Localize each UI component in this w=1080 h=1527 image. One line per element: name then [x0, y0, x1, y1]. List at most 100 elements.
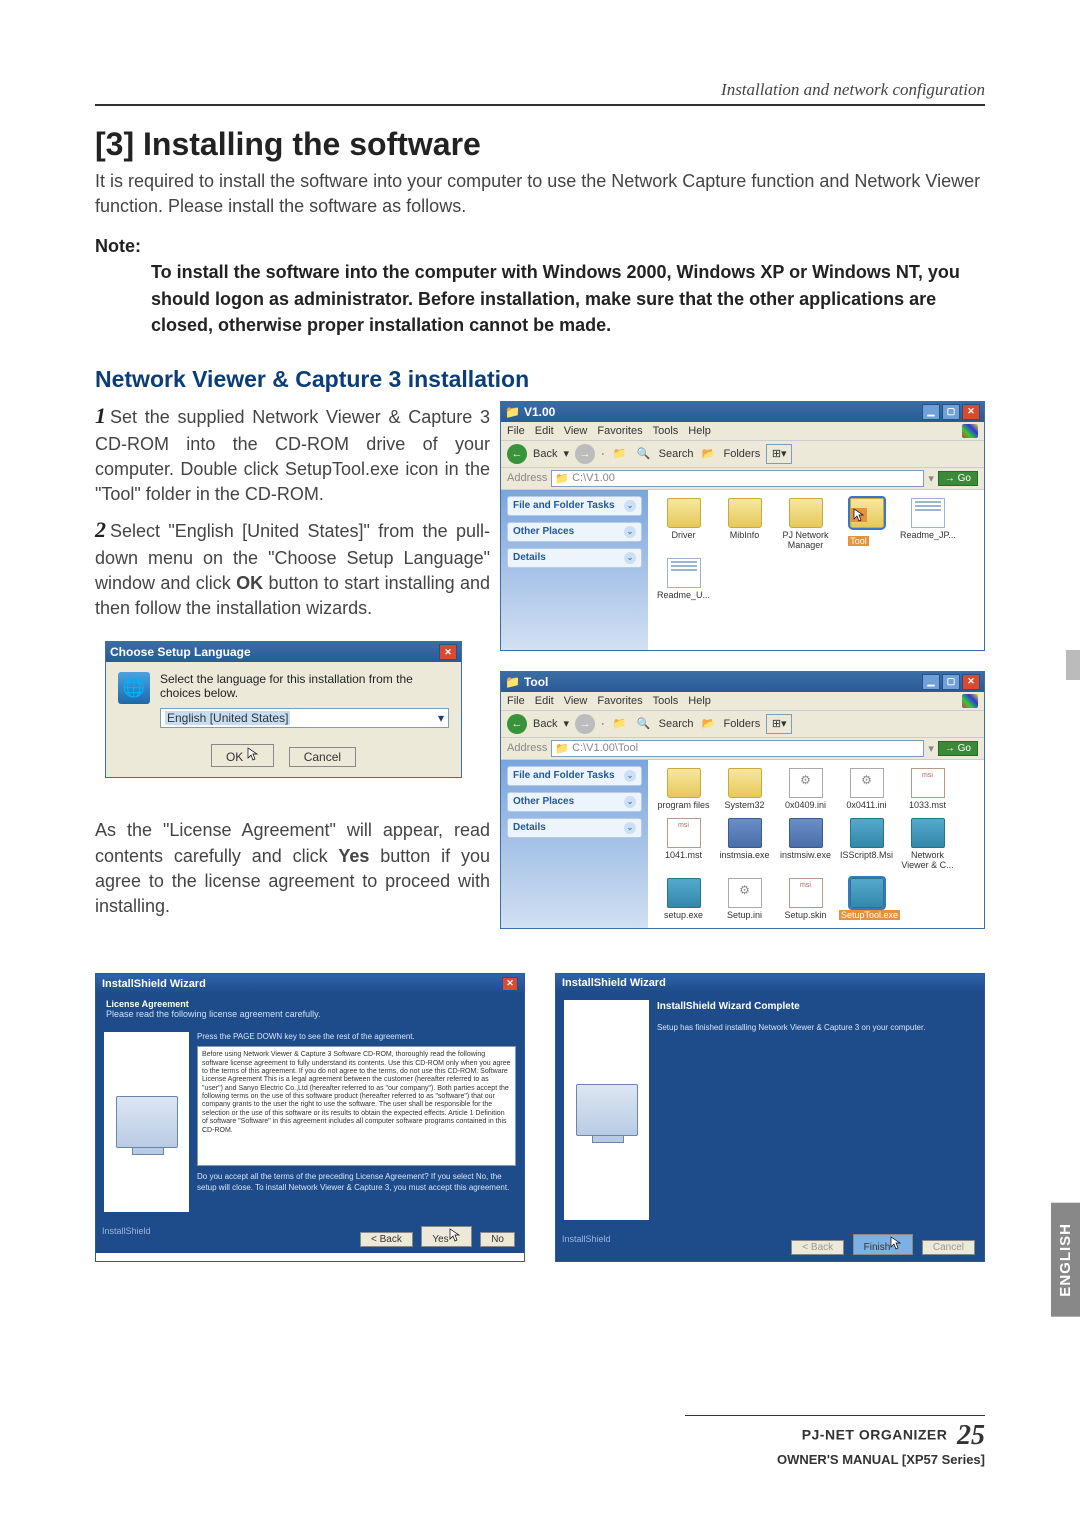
menu-edit[interactable]: Edit	[535, 425, 554, 437]
folder-icon: 📁	[505, 675, 520, 689]
chevron-icon: ⌄	[624, 822, 636, 834]
file-item[interactable]: instmsiw.exe	[778, 818, 833, 870]
file-label: Tool	[848, 536, 869, 546]
menu-view[interactable]: View	[564, 695, 588, 707]
back-button[interactable]: ←	[507, 444, 527, 464]
menu-tools[interactable]: Tools	[653, 425, 679, 437]
menu-favorites[interactable]: Favorites	[597, 425, 642, 437]
footer-line1: PJ-NET ORGANIZER	[802, 1426, 948, 1442]
menu-view[interactable]: View	[564, 425, 588, 437]
license-text-box[interactable]: Before using Network Viewer & Capture 3 …	[197, 1046, 516, 1166]
address-label: Address	[507, 472, 547, 484]
explorer1-menubar: File Edit View Favorites Tools Help	[501, 422, 984, 441]
go-button[interactable]: → Go	[938, 471, 978, 486]
maximize-icon[interactable]: ▢	[942, 674, 960, 690]
file-label: Network Viewer & C...	[901, 850, 953, 870]
menu-tools[interactable]: Tools	[653, 695, 679, 707]
search-icon[interactable]: 🔍	[635, 715, 653, 733]
file-item[interactable]: MibInfo	[717, 498, 772, 550]
folder-icon	[728, 498, 762, 528]
forward-button[interactable]: →	[575, 444, 595, 464]
side-details[interactable]: Details⌄	[507, 818, 642, 838]
file-item[interactable]: 1033.mst	[900, 768, 955, 810]
wizard-side-graphic	[104, 1032, 189, 1212]
close-icon[interactable]: ✕	[439, 644, 457, 660]
note-label: Note:	[95, 236, 141, 256]
back-button[interactable]: ←	[507, 714, 527, 734]
explorer1-addressbar: Address 📁 C:\V1.00 ▾ → Go	[501, 468, 984, 490]
file-item[interactable]: ISScript8.Msi	[839, 818, 894, 870]
folders-icon[interactable]: 📂	[700, 445, 718, 463]
wizard1-titlebar: InstallShield Wizard ✕	[96, 974, 524, 994]
folders-icon[interactable]: 📂	[700, 715, 718, 733]
back-button[interactable]: < Back	[360, 1232, 413, 1247]
back-label: Back	[533, 718, 557, 730]
up-folder-icon[interactable]: 📁	[611, 445, 629, 463]
menu-edit[interactable]: Edit	[535, 695, 554, 707]
views-icon[interactable]: ⊞▾	[766, 714, 792, 734]
file-item[interactable]: Driver	[656, 498, 711, 550]
side-details[interactable]: Details⌄	[507, 548, 642, 568]
wizard-complete: InstallShield Wizard InstallShield Wizar…	[555, 973, 985, 1262]
file-item[interactable]: 0x0409.ini	[778, 768, 833, 810]
ini-icon	[789, 768, 823, 798]
menu-help[interactable]: Help	[688, 425, 711, 437]
installshield-brand: InstallShield	[562, 1234, 611, 1244]
yes-button[interactable]: Yes	[421, 1226, 471, 1247]
language-select[interactable]: English [United States] ▾	[160, 708, 449, 728]
side-other-places[interactable]: Other Places⌄	[507, 522, 642, 542]
explorer2-side-panel: File and Folder Tasks⌄ Other Places⌄ Det…	[501, 760, 648, 928]
chevron-down-icon: ▾	[438, 711, 444, 725]
language-select-value: English [United States]	[165, 711, 290, 725]
wizard2-message: Setup has finished installing Network Vi…	[657, 1023, 976, 1033]
doc-icon	[667, 558, 701, 588]
file-item[interactable]: Readme_JP...	[900, 498, 955, 550]
maximize-icon[interactable]: ▢	[942, 404, 960, 420]
side-file-folder-tasks[interactable]: File and Folder Tasks⌄	[507, 766, 642, 786]
file-item[interactable]: 0x0411.ini	[839, 768, 894, 810]
forward-button[interactable]: →	[575, 714, 595, 734]
file-item[interactable]: 1041.mst	[656, 818, 711, 870]
menu-favorites[interactable]: Favorites	[597, 695, 642, 707]
views-icon[interactable]: ⊞▾	[766, 444, 792, 464]
file-item[interactable]: SetupTool.exe	[839, 878, 894, 920]
file-label: setup.exe	[664, 910, 703, 920]
ok-button[interactable]: OK	[211, 744, 274, 767]
page-number: 25	[957, 1420, 985, 1451]
finish-button[interactable]: Finish	[853, 1234, 914, 1255]
menu-help[interactable]: Help	[688, 695, 711, 707]
file-item[interactable]: PJ Network Manager	[778, 498, 833, 550]
search-icon[interactable]: 🔍	[635, 445, 653, 463]
file-item[interactable]: Tool	[839, 498, 894, 550]
file-item[interactable]: program files	[656, 768, 711, 810]
menu-file[interactable]: File	[507, 425, 525, 437]
file-item[interactable]: Readme_U...	[656, 558, 711, 600]
up-folder-icon[interactable]: 📁	[611, 715, 629, 733]
chevron-icon: ⌄	[624, 526, 636, 538]
close-icon[interactable]: ✕	[962, 674, 980, 690]
minimize-icon[interactable]: ▁	[922, 674, 940, 690]
file-item[interactable]: Setup.ini	[717, 878, 772, 920]
minimize-icon[interactable]: ▁	[922, 404, 940, 420]
menu-file[interactable]: File	[507, 695, 525, 707]
file-item[interactable]: Network Viewer & C...	[900, 818, 955, 870]
address-field[interactable]: 📁 C:\V1.00	[551, 470, 924, 487]
address-field[interactable]: 📁 C:\V1.00\Tool	[551, 740, 924, 757]
file-item[interactable]: Setup.skin	[778, 878, 833, 920]
side-file-folder-tasks[interactable]: File and Folder Tasks⌄	[507, 496, 642, 516]
setup-icon	[850, 878, 884, 908]
cancel-button[interactable]: Cancel	[289, 747, 356, 767]
wizard2-footer: InstallShield < Back Finish Cancel	[556, 1228, 984, 1261]
go-button[interactable]: → Go	[938, 741, 978, 756]
file-item[interactable]: setup.exe	[656, 878, 711, 920]
close-icon[interactable]: ✕	[502, 977, 518, 991]
close-icon[interactable]: ✕	[962, 404, 980, 420]
intro-paragraph: It is required to install the software i…	[95, 169, 985, 219]
file-item[interactable]: System32	[717, 768, 772, 810]
file-item[interactable]: instmsia.exe	[717, 818, 772, 870]
folder-icon	[667, 498, 701, 528]
side-other-places[interactable]: Other Places⌄	[507, 792, 642, 812]
wizard1-title: InstallShield Wizard	[102, 978, 206, 990]
wizard-license-agreement: InstallShield Wizard ✕ License Agreement…	[95, 973, 525, 1262]
no-button[interactable]: No	[480, 1232, 515, 1247]
